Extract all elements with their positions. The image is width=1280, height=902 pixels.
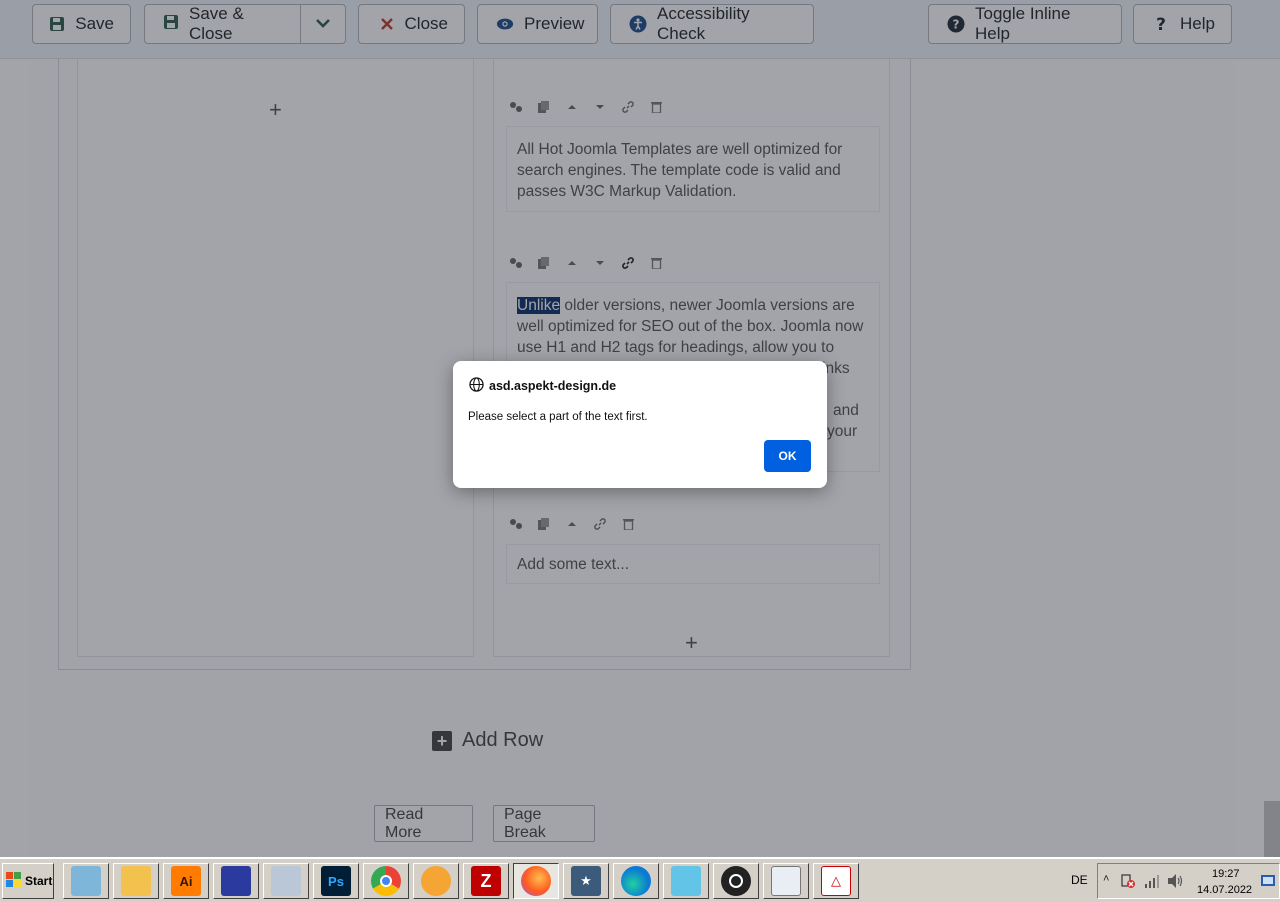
palette-icon: [421, 866, 451, 896]
taskbar-app-firefox[interactable]: [513, 863, 559, 899]
filezilla-icon: Z: [471, 866, 501, 896]
calculator-icon: [271, 866, 301, 896]
network-error-icon[interactable]: [1120, 873, 1136, 894]
dialog-message: Please select a part of the text first.: [468, 411, 648, 423]
taskbar-app-acrobat[interactable]: △: [813, 863, 859, 899]
photoshop-icon: Ps: [321, 866, 351, 896]
star-app-icon: ★: [571, 866, 601, 896]
folder-icon: [121, 866, 151, 896]
taskbar-app-paint[interactable]: [413, 863, 459, 899]
alert-dialog: asd.aspekt-design.de Please select a par…: [453, 361, 827, 488]
taskbar-app-filezilla[interactable]: Z: [463, 863, 509, 899]
taskbar-app-explorer[interactable]: [113, 863, 159, 899]
screenshot-app-icon: [71, 866, 101, 896]
show-desktop-icon[interactable]: [1261, 874, 1275, 893]
globe-icon: [469, 377, 484, 395]
taskbar-app-editor[interactable]: [213, 863, 259, 899]
taskbar-app-screenshot[interactable]: [63, 863, 109, 899]
start-button[interactable]: Start: [2, 863, 54, 899]
edge-icon: [621, 866, 651, 896]
illustrator-icon: Ai: [171, 866, 201, 896]
taskbar-app-chrome[interactable]: [363, 863, 409, 899]
taskbar-app-tool[interactable]: [663, 863, 709, 899]
chrome-icon: [371, 866, 401, 896]
tool-app-icon: [671, 866, 701, 896]
taskbar-app-obs[interactable]: [713, 863, 759, 899]
start-label: Start: [25, 874, 53, 888]
taskbar-app-notes[interactable]: [763, 863, 809, 899]
pen-editor-icon: [221, 866, 251, 896]
taskbar-app-edge[interactable]: [613, 863, 659, 899]
windows-logo-icon: [6, 871, 22, 891]
dialog-title: asd.aspekt-design.de: [469, 377, 616, 395]
language-indicator[interactable]: DE: [1071, 873, 1088, 887]
firefox-icon: [521, 866, 551, 896]
taskbar-app-photoshop[interactable]: Ps: [313, 863, 359, 899]
obs-icon: [721, 866, 751, 896]
speaker-icon[interactable]: [1166, 873, 1184, 894]
clock-time[interactable]: 19:27: [1212, 868, 1240, 880]
taskbar-app-calculator[interactable]: [263, 863, 309, 899]
signal-icon[interactable]: [1144, 874, 1160, 893]
dialog-origin: asd.aspekt-design.de: [489, 379, 617, 393]
taskbar-app-star[interactable]: ★: [563, 863, 609, 899]
taskbar-app-illustrator[interactable]: Ai: [163, 863, 209, 899]
windows-taskbar: Start Ai Ps Z ★ △ DE ˄ 19:27 14.07.2022: [0, 857, 1280, 902]
document-icon: [771, 866, 801, 896]
chevron-up-icon[interactable]: ˄: [1103, 873, 1109, 885]
pdf-icon: △: [821, 866, 851, 896]
clock-date[interactable]: 14.07.2022: [1197, 884, 1252, 896]
ok-button[interactable]: OK: [764, 440, 811, 472]
system-tray: ˄: [1097, 863, 1280, 899]
